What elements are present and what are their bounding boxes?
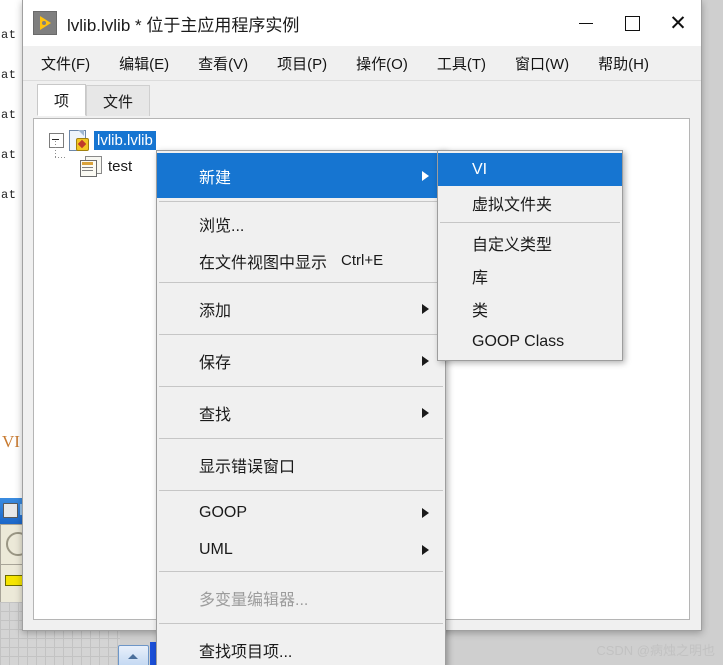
submenu-label: 自定义类型 <box>472 236 553 254</box>
menu-edit[interactable]: 编辑(E) <box>117 50 171 77</box>
menu-separator <box>159 201 443 202</box>
menu-file[interactable]: 文件(F) <box>39 50 92 77</box>
context-menu-label: 查找 <box>199 406 232 424</box>
submenu-label: 类 <box>472 302 489 320</box>
tab-strip: 项 文件 <box>23 81 701 116</box>
minimize-icon <box>579 22 593 24</box>
vi-file-icon <box>80 156 102 177</box>
context-menu-label: 新建 <box>199 169 232 187</box>
tab-files[interactable]: 文件 <box>86 85 151 116</box>
menu-separator <box>159 438 443 439</box>
screenshot-root: at at at at at VI lvlib.lvlib * 位于主应用程序实… <box>0 0 723 665</box>
submenu-item-virtual-folder[interactable]: 虚拟文件夹 <box>438 186 622 219</box>
labview-vi-icon <box>33 11 57 35</box>
menu-separator <box>159 571 443 572</box>
tab-items[interactable]: 项 <box>37 84 87 116</box>
window-title: lvlib.lvlib * 位于主应用程序实例 <box>67 15 300 35</box>
menu-separator <box>159 490 443 491</box>
close-button[interactable]: ✕ <box>655 0 701 46</box>
submenu-item-goop-class[interactable]: GOOP Class <box>438 325 622 358</box>
submenu-item-vi[interactable]: VI <box>438 153 622 186</box>
tree-label-root[interactable]: lvlib.lvlib <box>94 130 156 150</box>
menu-separator <box>159 282 443 283</box>
project-library-icon <box>68 130 89 151</box>
run-icon <box>3 503 18 518</box>
context-menu-label: 显示错误窗口 <box>199 458 296 476</box>
tree-label-child[interactable]: test <box>108 158 132 175</box>
chevron-right-icon <box>422 355 429 366</box>
context-menu-item-goop[interactable]: GOOP <box>157 494 445 531</box>
new-submenu: VI 虚拟文件夹 自定义类型 库 类 GOOP Class <box>437 150 623 361</box>
context-menu-item-show-in-files-view[interactable]: 在文件视图中显示 Ctrl+E <box>157 242 445 279</box>
submenu-item-custom-type[interactable]: 自定义类型 <box>438 226 622 259</box>
submenu-label: VI <box>472 160 488 178</box>
chevron-right-icon <box>422 303 429 314</box>
context-menu-item-browse[interactable]: 浏览... <box>157 205 445 242</box>
submenu-item-class[interactable]: 类 <box>438 292 622 325</box>
menu-separator <box>159 334 443 335</box>
submenu-item-library[interactable]: 库 <box>438 259 622 292</box>
context-menu-item-show-error-window[interactable]: 显示错误窗口 <box>157 442 445 487</box>
context-menu-item-add[interactable]: 添加 <box>157 286 445 331</box>
submenu-label: 虚拟文件夹 <box>472 196 553 214</box>
menu-view[interactable]: 查看(V) <box>196 50 250 77</box>
background-vi-label: VI <box>2 432 20 451</box>
context-menu-label: 查找项目项... <box>199 643 293 661</box>
scroll-up-icon[interactable] <box>118 645 149 665</box>
context-menu-label: 在文件视图中显示 <box>199 254 328 272</box>
menu-separator <box>440 222 620 223</box>
chevron-right-icon <box>422 407 429 418</box>
context-menu-item-save[interactable]: 保存 <box>157 338 445 383</box>
context-menu-item-new[interactable]: 新建 <box>157 153 445 198</box>
chevron-right-icon <box>422 507 429 518</box>
chevron-right-icon <box>422 170 429 181</box>
context-menu-item-uml[interactable]: UML <box>157 531 445 568</box>
context-menu-label: 浏览... <box>199 217 245 235</box>
tree-connector-line <box>55 141 56 157</box>
menu-tools[interactable]: 工具(T) <box>435 50 488 77</box>
menu-operate[interactable]: 操作(O) <box>354 50 410 77</box>
menu-project[interactable]: 项目(P) <box>275 50 329 77</box>
context-menu-label: UML <box>199 540 233 558</box>
menu-bar: 文件(F) 编辑(E) 查看(V) 项目(P) 操作(O) 工具(T) 窗口(W… <box>23 46 701 81</box>
collapse-minus-icon[interactable] <box>49 132 64 148</box>
context-menu-item-find[interactable]: 查找 <box>157 390 445 435</box>
minimize-button[interactable] <box>563 0 609 46</box>
menu-separator <box>159 623 443 624</box>
menu-window[interactable]: 窗口(W) <box>513 50 571 77</box>
watermark: CSDN @病烛之明也 <box>596 643 715 658</box>
submenu-label: GOOP Class <box>472 332 565 350</box>
menu-help[interactable]: 帮助(H) <box>596 50 651 77</box>
window-controls: ✕ <box>563 0 701 46</box>
context-menu-shortcut: Ctrl+E <box>341 252 384 269</box>
context-menu: 新建 浏览... 在文件视图中显示 Ctrl+E 添加 保存 查找 显示错误窗口… <box>156 150 446 665</box>
submenu-label: 库 <box>472 269 489 287</box>
close-icon: ✕ <box>669 10 687 35</box>
context-menu-label: 保存 <box>199 354 232 372</box>
tree-row-root[interactable]: lvlib.lvlib <box>49 128 689 152</box>
menu-separator <box>159 386 443 387</box>
context-menu-label: 添加 <box>199 302 232 320</box>
maximize-icon <box>624 15 640 31</box>
maximize-button[interactable] <box>609 0 655 46</box>
context-menu-item-multivariable-editor: 多变量编辑器... <box>157 575 445 620</box>
context-menu-item-find-project-items[interactable]: 查找项目项... <box>157 627 445 665</box>
title-bar: lvlib.lvlib * 位于主应用程序实例 ✕ <box>23 0 701 46</box>
context-menu-label: 多变量编辑器... <box>199 591 309 609</box>
tree-connector-line <box>55 157 67 158</box>
context-menu-label: GOOP <box>199 503 248 521</box>
chevron-right-icon <box>422 544 429 555</box>
